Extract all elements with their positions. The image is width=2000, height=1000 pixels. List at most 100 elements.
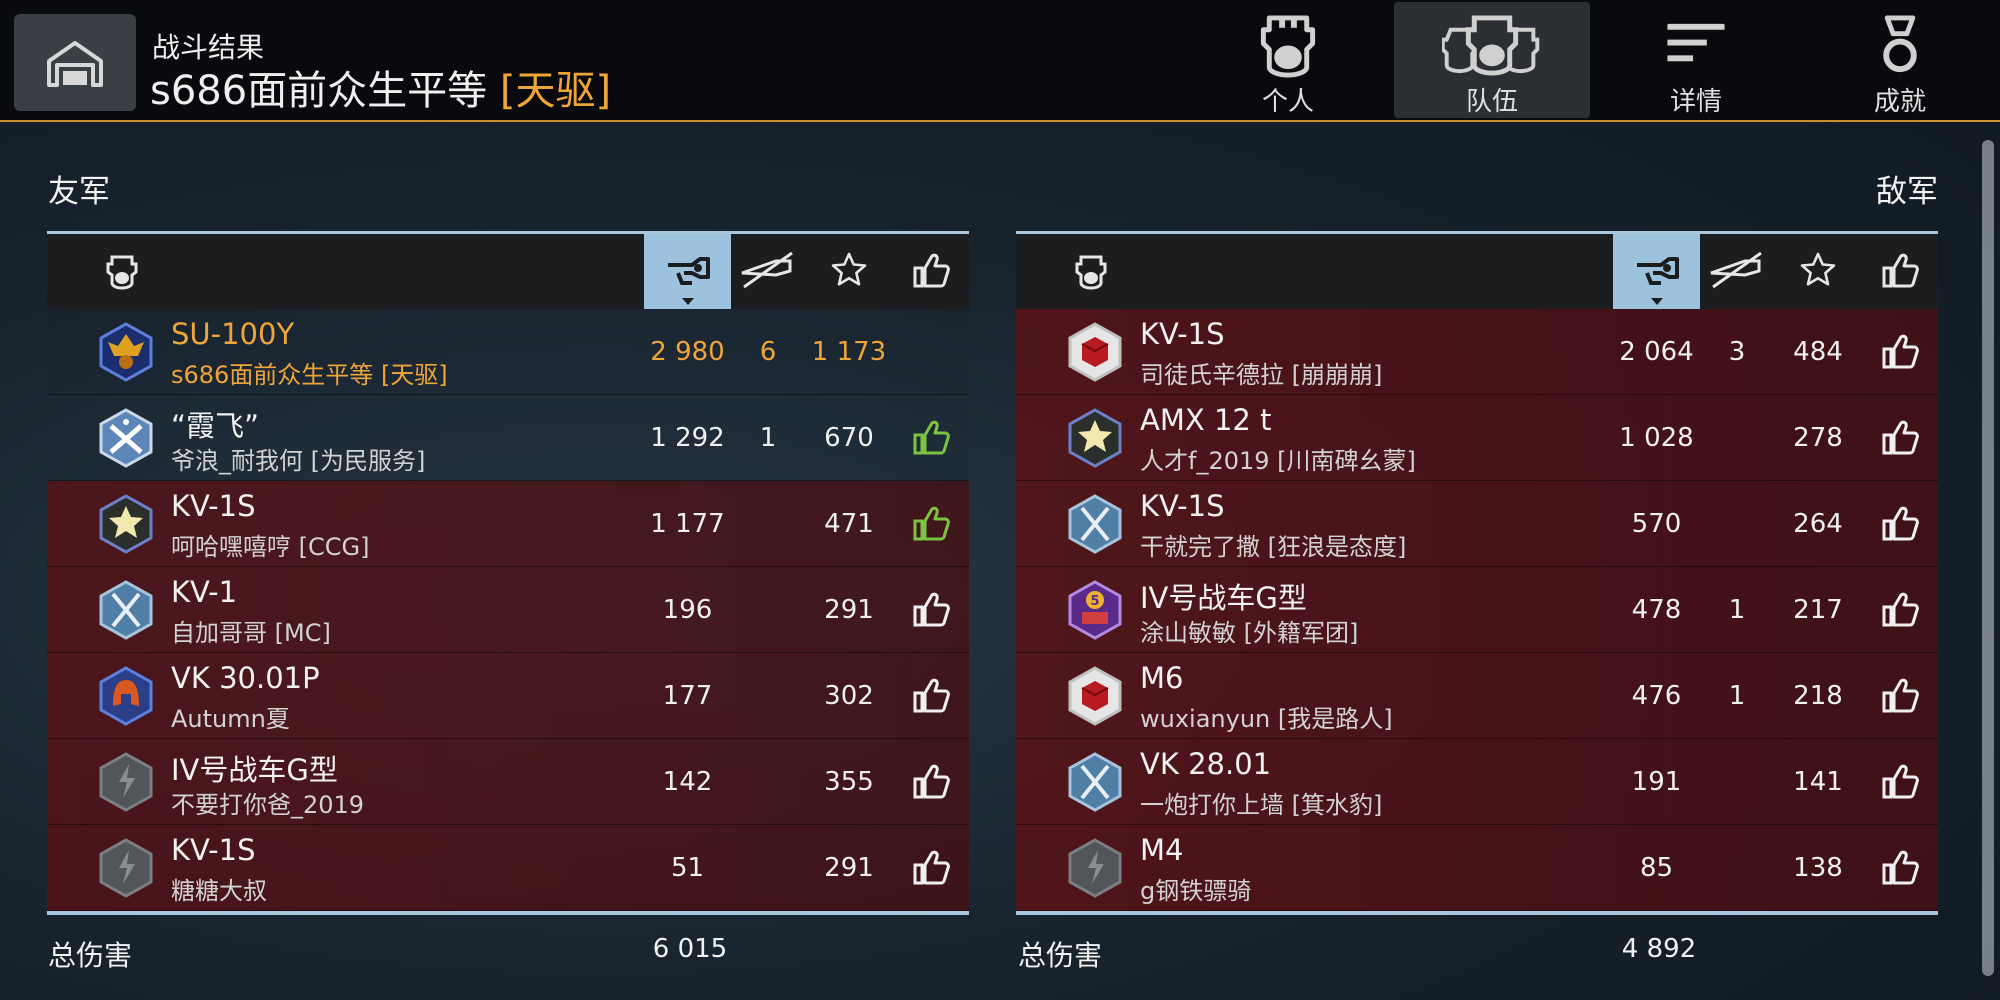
allies-total-label: 总伤害	[48, 939, 133, 972]
damage-value: 196	[662, 595, 713, 625]
tab-achievements[interactable]: 成就	[1802, 2, 1998, 118]
xp-value: 484	[1793, 337, 1843, 367]
allies-table-header	[47, 231, 969, 309]
kills-column-icon	[738, 251, 798, 293]
xp-value: 217	[1793, 595, 1843, 625]
xp-value: 471	[824, 509, 874, 539]
damage-value: 191	[1631, 767, 1682, 797]
player-name: g钢铁骠骑	[1140, 877, 1252, 905]
damage-value: 177	[662, 681, 713, 711]
lightning-rank-badge-icon	[97, 838, 155, 898]
top-bar: 战斗结果 s686面前众生平等 [天驱] 个人 队伍 详情 成就	[0, 0, 2000, 122]
enemy-table-row[interactable]: M4 g钢铁骠骑 85 138	[1016, 825, 1938, 911]
garage-home-button[interactable]	[14, 14, 136, 111]
tab-team-label: 队伍	[1465, 87, 1518, 117]
ally-kills-column-header[interactable]	[731, 234, 805, 309]
ally-xp-star-header[interactable]	[805, 234, 893, 309]
star-rank-badge-icon	[97, 494, 155, 554]
team-icon	[1442, 15, 1540, 76]
kills-value	[1700, 825, 1774, 911]
thumbs-up-button[interactable]	[1880, 331, 1920, 371]
kills-value	[731, 653, 805, 739]
thumbs-up-button[interactable]	[1880, 675, 1920, 715]
page-title: s686面前众生平等 [天驱]	[150, 58, 611, 116]
damage-value: 2 980	[650, 337, 725, 367]
kills-value: 3	[1728, 337, 1746, 367]
thumbs-up-button[interactable]	[911, 761, 951, 801]
liked-thumbs-up-icon[interactable]	[911, 417, 951, 457]
kills-value: 1	[759, 423, 777, 453]
damage-value: 85	[1639, 853, 1674, 883]
thumbs-up-button[interactable]	[1880, 761, 1920, 801]
player-name: 糖糖大叔	[171, 877, 267, 905]
ally-table-row[interactable]: KV-1S 糖糖大叔 51 291	[47, 825, 969, 911]
thumbs-up-button[interactable]	[911, 847, 951, 887]
kills-value	[1700, 395, 1774, 481]
thumbs-up-button[interactable]	[1880, 503, 1920, 543]
enemy-table-row[interactable]: KV-1S 司徒氏辛德拉 [崩崩崩] 2 064 3 484	[1016, 309, 1938, 395]
ally-table-row[interactable]: SU-100Y s686面前众生平等 [天驱] 2 980 6 1 173	[47, 309, 969, 395]
xp-value: 670	[824, 423, 874, 453]
liked-thumbs-up-icon[interactable]	[911, 503, 951, 543]
damage-column-icon	[1633, 251, 1681, 293]
sort-caret-icon	[1650, 298, 1663, 305]
ally-table-row[interactable]: VK 30.01P Autumn夏 177 302	[47, 653, 969, 739]
tab-achievements-label: 成就	[1873, 87, 1926, 117]
scrollbar[interactable]	[1982, 140, 1994, 976]
tank-name: M4	[1140, 833, 1184, 867]
sort-caret-icon	[681, 298, 694, 305]
enemy-table-row[interactable]: 5 IV号战车G型 涂山敏敏 [外籍军团] 478 1 217	[1016, 567, 1938, 653]
enemy-damage-column-header[interactable]	[1613, 234, 1700, 309]
tank-name: KV-1S	[1140, 489, 1225, 523]
player-name: 人才f_2019 [川南碑幺蒙]	[1140, 447, 1416, 475]
medal-icon	[1883, 15, 1917, 73]
tank-name: KV-1S	[1140, 317, 1225, 351]
allies-rows: SU-100Y s686面前众生平等 [天驱] 2 980 6 1 173 “霞飞” 爷浪_…	[47, 309, 969, 911]
kills-value	[731, 739, 805, 825]
enemy-table-row[interactable]: VK 28.01 一炮打你上墙 [箕水豹] 191 141	[1016, 739, 1938, 825]
ally-table-row[interactable]: IV号战车G型 不要打你爸_2019 142 355	[47, 739, 969, 825]
enemy-xp-star-header[interactable]	[1774, 234, 1862, 309]
enemy-table-row[interactable]: KV-1S 干就完了撒 [狂浪是态度] 570 264	[1016, 481, 1938, 567]
kills-value	[1700, 481, 1774, 567]
thumbs-up-button[interactable]	[911, 675, 951, 715]
tank-name: KV-1S	[171, 489, 256, 523]
tank-name: M6	[1140, 661, 1184, 695]
lightning-rank-badge-icon	[1066, 838, 1124, 898]
xp-value: 1 173	[811, 337, 887, 367]
ally-damage-column-header[interactable]	[644, 234, 731, 309]
five-cake-rank-badge-icon: 5	[1066, 580, 1124, 640]
crossed-swords-rank-badge-icon	[97, 580, 155, 640]
xp-value: 138	[1793, 853, 1843, 883]
tab-details-label: 详情	[1669, 87, 1722, 117]
tab-team[interactable]: 队伍	[1394, 2, 1590, 118]
crossed-swords-rank-badge-icon	[1066, 752, 1124, 812]
enemy-table-row[interactable]: AMX 12 t 人才f_2019 [川南碑幺蒙] 1 028 278	[1016, 395, 1938, 481]
enemies-table-header	[1016, 231, 1938, 309]
thumbs-up-button[interactable]	[1880, 847, 1920, 887]
thumbs-up-button[interactable]	[1880, 417, 1920, 457]
player-name: s686面前众生平等 [天驱]	[171, 361, 448, 389]
garage-icon	[47, 40, 103, 87]
ally-table-row[interactable]: KV-1S 呵哈嘿嘻哼 [CCG] 1 177 471	[47, 481, 969, 567]
ally-like-column-header[interactable]	[893, 234, 969, 309]
like-column-icon	[911, 250, 951, 294]
tab-personal[interactable]: 个人	[1190, 2, 1386, 118]
damage-value: 51	[670, 853, 705, 883]
ally-table-row[interactable]: “霞飞” 爷浪_耐我何 [为民服务] 1 292 1 670	[47, 395, 969, 481]
crossed-guns-rank-badge-icon	[97, 408, 155, 468]
tank-name: “霞飞”	[171, 409, 260, 443]
enemy-kills-column-header[interactable]	[1700, 234, 1774, 309]
xp-star-icon	[830, 251, 868, 293]
damage-value: 2 064	[1619, 337, 1694, 367]
thumbs-up-button[interactable]	[911, 589, 951, 629]
enemy-table-row[interactable]: M6 wuxianyun [我是路人] 476 1 218	[1016, 653, 1938, 739]
ally-table-row[interactable]: KV-1 自加哥哥 [MC] 196 291	[47, 567, 969, 653]
star-rank-badge-icon	[1066, 408, 1124, 468]
tank-name: IV号战车G型	[1140, 581, 1307, 615]
damage-value: 476	[1631, 681, 1682, 711]
enemy-like-column-header[interactable]	[1862, 234, 1938, 309]
details-list-icon	[1667, 23, 1725, 62]
tab-details[interactable]: 详情	[1598, 2, 1794, 118]
thumbs-up-button[interactable]	[1880, 589, 1920, 629]
